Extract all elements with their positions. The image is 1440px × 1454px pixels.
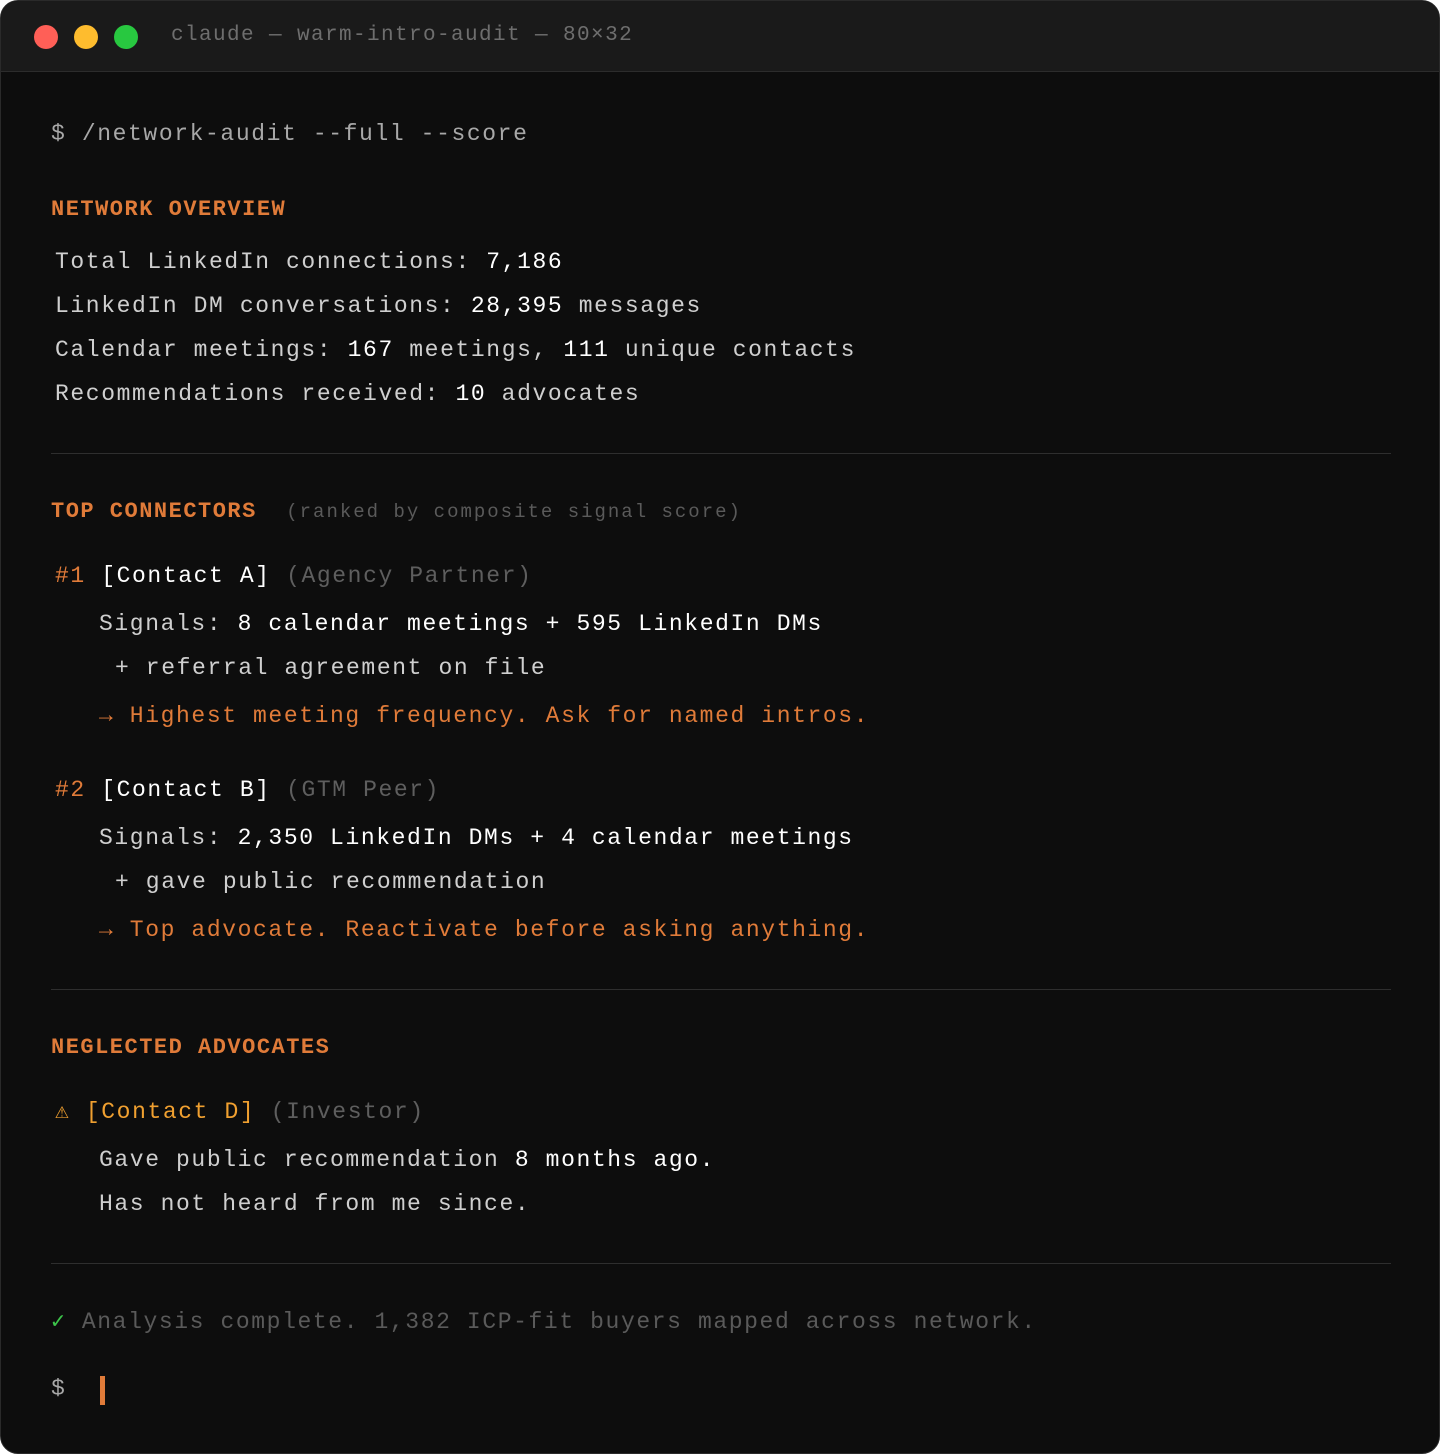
- contact-role: (Investor): [270, 1099, 425, 1125]
- divider: [51, 989, 1391, 990]
- check-icon: ✓: [51, 1309, 67, 1335]
- text-cursor[interactable]: [100, 1376, 105, 1405]
- terminal-window: claude — warm-intro-audit — 80×32 $ /net…: [0, 0, 1440, 1454]
- contact-name: [Contact A]: [101, 563, 271, 589]
- connectors-note: (ranked by composite signal score): [286, 501, 742, 523]
- contact-role: (Agency Partner): [286, 563, 533, 589]
- connector-header: #1 [Contact A] (Agency Partner): [55, 561, 533, 591]
- contact-name: [Contact B]: [101, 777, 271, 803]
- warning-icon: ⚠: [55, 1099, 71, 1125]
- overview-heading: NETWORK OVERVIEW: [51, 197, 287, 222]
- overview-row: Calendar meetings: 167 meetings, 111 uni…: [55, 337, 856, 363]
- neglected-header: ⚠ [Contact D] (Investor): [55, 1097, 425, 1127]
- neglected-detail: Gave public recommendation 8 months ago.: [99, 1147, 716, 1173]
- prompt-symbol: $: [51, 121, 67, 147]
- status-line: ✓ Analysis complete. 1,382 ICP-fit buyer…: [51, 1307, 1037, 1337]
- neglected-detail: Has not heard from me since.: [99, 1191, 531, 1217]
- neglected-heading: NEGLECTED ADVOCATES: [51, 1035, 331, 1060]
- command-line: $ /network-audit --full --score: [51, 119, 528, 149]
- title-bar: claude — warm-intro-audit — 80×32: [1, 1, 1439, 72]
- divider: [51, 453, 1391, 454]
- maximize-button[interactable]: [114, 25, 138, 49]
- overview-row: Total LinkedIn connections: 7,186: [55, 249, 564, 275]
- connector-signals: Signals: 8 calendar meetings + 595 Linke…: [99, 611, 823, 637]
- connector-header: #2 [Contact B] (GTM Peer): [55, 775, 440, 805]
- command-text: /network-audit --full --score: [81, 121, 529, 147]
- final-prompt: $: [51, 1376, 67, 1402]
- window-title: claude — warm-intro-audit — 80×32: [171, 24, 634, 47]
- connector-signals: Signals: 2,350 LinkedIn DMs + 4 calendar…: [99, 825, 854, 851]
- divider: [51, 1263, 1391, 1264]
- rank-badge: #1: [55, 563, 86, 589]
- connector-action: → Highest meeting frequency. Ask for nam…: [99, 703, 870, 729]
- connector-action: → Top advocate. Reactivate before asking…: [99, 917, 870, 943]
- overview-row: Recommendations received: 10 advocates: [55, 381, 641, 407]
- rank-badge: #2: [55, 777, 86, 803]
- connectors-heading: TOP CONNECTORS (ranked by composite sign…: [51, 499, 742, 524]
- overview-row: LinkedIn DM conversations: 28,395 messag…: [55, 293, 702, 319]
- connector-extra: + gave public recommendation: [115, 869, 547, 895]
- contact-name: [Contact D]: [85, 1099, 256, 1125]
- status-text: Analysis complete. 1,382 ICP-fit buyers …: [81, 1309, 1037, 1335]
- contact-role: (GTM Peer): [286, 777, 441, 803]
- minimize-button[interactable]: [74, 25, 98, 49]
- connector-extra: + referral agreement on file: [115, 655, 547, 681]
- close-button[interactable]: [34, 25, 58, 49]
